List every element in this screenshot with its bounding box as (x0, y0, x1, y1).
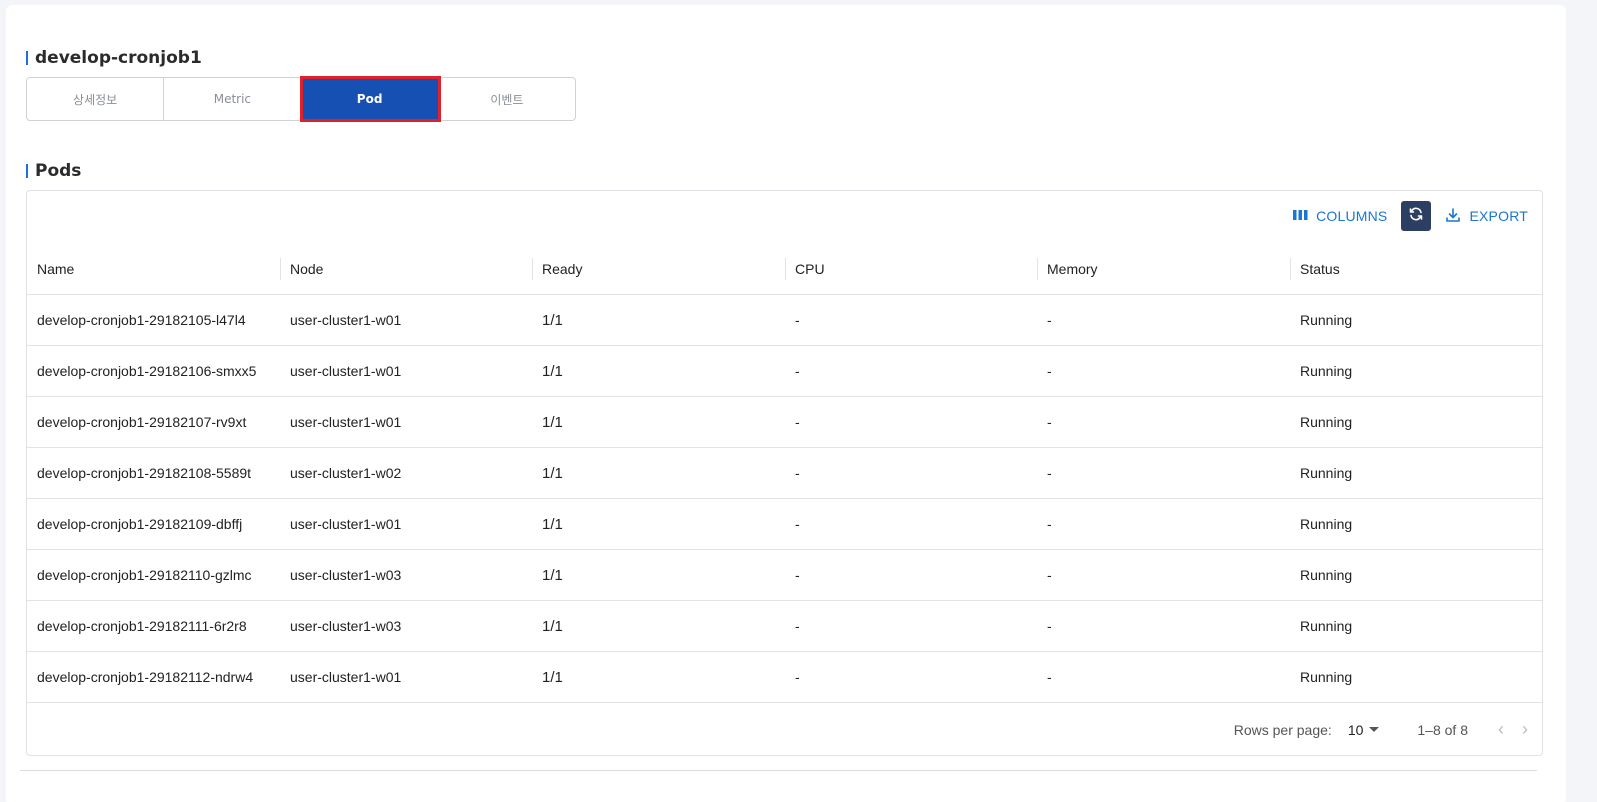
cell-ready: 1/1 (542, 617, 563, 635)
rows-per-page-label: Rows per page: (1233, 721, 1332, 738)
cell-ready: 1/1 (542, 311, 563, 329)
table-row[interactable]: develop-cronjob1-29182111-6r2r8 user-clu… (27, 601, 1542, 652)
title-accent-bar (26, 164, 28, 178)
cell-node: user-cluster1-w01 (290, 363, 402, 379)
caret-down-icon (1369, 727, 1380, 732)
cell-pod-name: develop-cronjob1-29182108-5589t (37, 465, 252, 481)
tab-metric[interactable]: Metric (164, 78, 302, 120)
tab-detail[interactable]: 상세정보 (27, 78, 165, 120)
cell-node: user-cluster1-w03 (290, 618, 402, 634)
cell-pod-name: develop-cronjob1-29182105-l47l4 (37, 312, 246, 328)
cell-pod-name: develop-cronjob1-29182111-6r2r8 (37, 618, 247, 634)
pagination-range: 1–8 of 8 (1417, 721, 1468, 738)
table-row[interactable]: develop-cronjob1-29182110-gzlmc user-clu… (27, 550, 1542, 601)
divider (20, 770, 1537, 771)
table-row[interactable]: develop-cronjob1-29182108-5589t user-clu… (27, 448, 1542, 499)
table-row[interactable]: develop-cronjob1-29182107-rv9xt user-clu… (27, 397, 1542, 448)
columns-label: COLUMNS (1316, 208, 1388, 224)
cell-cpu: - (795, 465, 800, 481)
cell-memory: - (1047, 363, 1052, 379)
cell-cpu: - (795, 414, 800, 430)
table-header: Name Node Ready CPU Memory Status (27, 243, 1542, 295)
cell-pod-name: develop-cronjob1-29182106-smxx5 (37, 363, 257, 379)
tab-events[interactable]: 이벤트 (439, 78, 575, 120)
columns-icon (1293, 208, 1308, 224)
cell-node: user-cluster1-w01 (290, 669, 402, 685)
cell-pod-name: develop-cronjob1-29182107-rv9xt (37, 414, 247, 430)
download-icon (1445, 207, 1461, 226)
pods-table: COLUMNS EXPORT Name Node Ready CPU Memor… (26, 190, 1543, 756)
refresh-icon (1408, 206, 1424, 227)
cell-memory: - (1047, 312, 1052, 328)
cell-memory: - (1047, 465, 1052, 481)
cell-status: Running (1300, 312, 1353, 328)
tab-bar: 상세정보 Metric Pod 이벤트 (26, 76, 576, 122)
cell-memory: - (1047, 567, 1052, 583)
export-label: EXPORT (1469, 208, 1528, 224)
cell-ready: 1/1 (542, 464, 563, 482)
cell-pod-name: develop-cronjob1-29182112-ndrw4 (37, 669, 254, 685)
cell-status: Running (1300, 465, 1353, 481)
cell-cpu: - (795, 516, 800, 532)
cell-status: Running (1300, 414, 1353, 430)
cell-ready: 1/1 (542, 668, 563, 686)
cell-memory: - (1047, 669, 1052, 685)
cell-memory: - (1047, 618, 1052, 634)
cell-node: user-cluster1-w01 (290, 312, 402, 328)
previous-page-icon[interactable]: ‹ (1498, 719, 1504, 740)
tab-pod[interactable]: Pod (299, 76, 441, 122)
cell-status: Running (1300, 567, 1353, 583)
pods-section-title: Pods (26, 161, 81, 181)
cell-cpu: - (795, 669, 800, 685)
cell-status: Running (1300, 618, 1353, 634)
cell-ready: 1/1 (542, 515, 563, 533)
table-row[interactable]: develop-cronjob1-29182109-dbffj user-clu… (27, 499, 1542, 550)
table-pagination: Rows per page: 10 1–8 of 8 ‹ › (27, 704, 1542, 755)
cell-status: Running (1300, 669, 1353, 685)
cell-cpu: - (795, 567, 800, 583)
table-row[interactable]: develop-cronjob1-29182112-ndrw4 user-clu… (27, 652, 1542, 703)
column-header-memory[interactable]: Memory (1037, 243, 1290, 294)
cell-cpu: - (795, 363, 800, 379)
pager-controls: ‹ › (1498, 719, 1528, 740)
cell-node: user-cluster1-w03 (290, 567, 402, 583)
cell-node: user-cluster1-w01 (290, 414, 402, 430)
columns-button[interactable]: COLUMNS (1293, 208, 1387, 224)
cell-memory: - (1047, 414, 1052, 430)
pods-section-title-text: Pods (35, 161, 82, 181)
next-page-icon[interactable]: › (1522, 719, 1528, 740)
content-panel: develop-cronjob1 상세정보 Metric Pod 이벤트 Pod… (6, 5, 1566, 802)
table-body: develop-cronjob1-29182105-l47l4 user-clu… (27, 295, 1542, 703)
cell-status: Running (1300, 516, 1353, 532)
page-title: develop-cronjob1 (26, 48, 202, 68)
cell-node: user-cluster1-w01 (290, 516, 402, 532)
cell-ready: 1/1 (542, 566, 563, 584)
table-row[interactable]: develop-cronjob1-29182106-smxx5 user-clu… (27, 346, 1542, 397)
column-header-cpu[interactable]: CPU (785, 243, 1037, 294)
column-header-ready[interactable]: Ready (532, 243, 785, 294)
cell-cpu: - (795, 618, 800, 634)
cell-status: Running (1300, 363, 1353, 379)
cell-node: user-cluster1-w02 (290, 465, 402, 481)
cell-pod-name: develop-cronjob1-29182110-gzlmc (37, 567, 252, 583)
rows-per-page-value: 10 (1347, 721, 1364, 738)
title-accent-bar (26, 51, 28, 65)
column-header-status[interactable]: Status (1290, 243, 1542, 294)
page-title-text: develop-cronjob1 (35, 48, 202, 68)
table-row[interactable]: develop-cronjob1-29182105-l47l4 user-clu… (27, 295, 1542, 346)
cell-ready: 1/1 (542, 362, 563, 380)
column-header-name[interactable]: Name (27, 243, 280, 294)
refresh-button[interactable] (1401, 201, 1432, 231)
cell-cpu: - (795, 312, 800, 328)
export-button[interactable]: EXPORT (1445, 207, 1528, 226)
column-header-node[interactable]: Node (280, 243, 532, 294)
cell-memory: - (1047, 516, 1052, 532)
rows-per-page-select[interactable]: 10 (1348, 722, 1380, 738)
table-toolbar: COLUMNS EXPORT (1293, 201, 1528, 231)
cell-ready: 1/1 (542, 413, 563, 431)
cell-pod-name: develop-cronjob1-29182109-dbffj (37, 516, 243, 532)
